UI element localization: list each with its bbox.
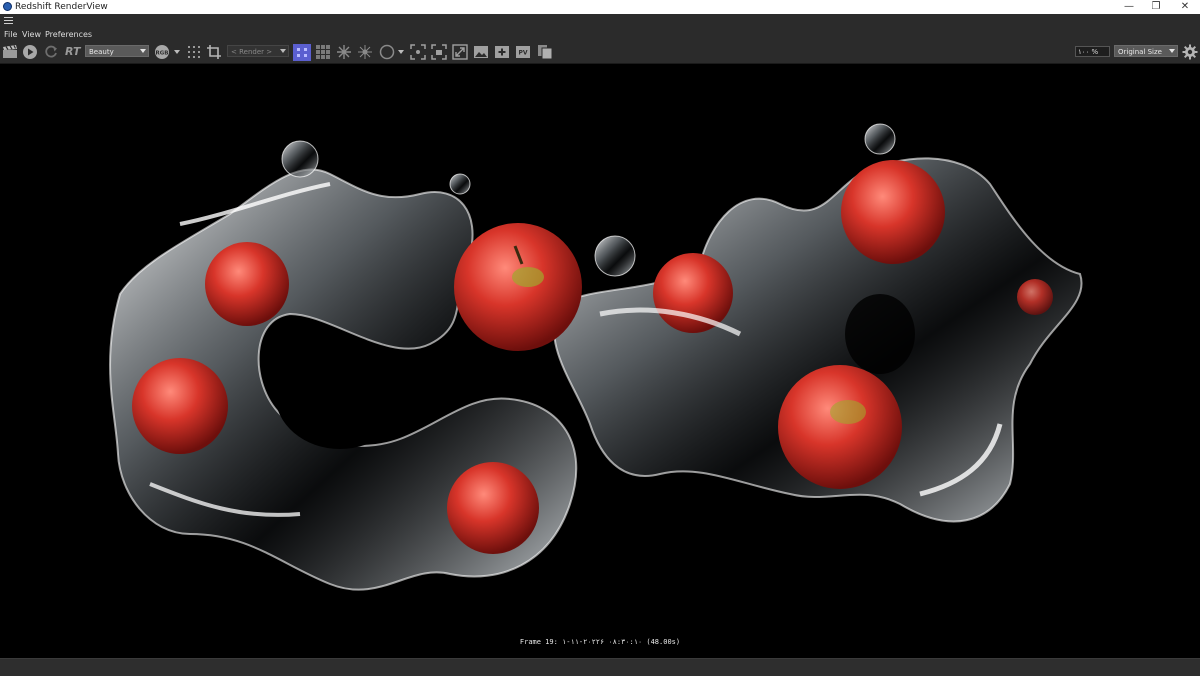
image-icon[interactable] (473, 44, 489, 60)
crop-icon[interactable] (206, 44, 222, 60)
redshift-app-icon (3, 2, 12, 11)
render-viewport[interactable] (0, 64, 1200, 658)
render-select[interactable]: < Render > (227, 45, 289, 57)
droplet (864, 123, 896, 155)
focus-frame-icon[interactable] (410, 44, 426, 60)
post-view-icon[interactable]: PV (515, 44, 531, 60)
render-select-value: < Render > (231, 48, 273, 56)
hamburger-menu-icon[interactable] (4, 17, 13, 26)
apple (447, 462, 539, 554)
copy-icon[interactable] (537, 44, 553, 60)
zoom-input[interactable]: ١٠٠ % (1075, 46, 1110, 57)
apple (841, 160, 945, 264)
chevron-down-icon (280, 49, 286, 53)
aov-select[interactable]: Beauty (85, 45, 149, 57)
chevron-down-icon (140, 49, 146, 53)
droplet (449, 173, 471, 195)
menu-view[interactable]: View (22, 29, 41, 41)
region-select-icon[interactable] (293, 44, 311, 61)
apple-highlight (830, 400, 866, 424)
menubar: File View Preferences (0, 29, 1200, 41)
window-title: Redshift RenderView (15, 2, 108, 12)
droplet (594, 235, 636, 277)
apple (205, 242, 289, 326)
apple (454, 223, 582, 351)
frame-info-text: Frame 19: ٢٠٢٢-١١-١۶ ٠٨:٣٠:١٠ (48.00s) (519, 638, 681, 646)
size-select[interactable]: Original Size (1114, 45, 1178, 57)
add-snapshot-icon[interactable] (494, 44, 510, 60)
tile-grid-icon[interactable] (315, 44, 331, 60)
refresh-icon[interactable] (43, 44, 59, 60)
expand-icon[interactable] (452, 44, 468, 60)
aov-select-value: Beauty (89, 48, 114, 56)
rgb-channel-icon[interactable]: RGB (154, 44, 170, 60)
menu-preferences[interactable]: Preferences (45, 29, 92, 41)
circle-icon[interactable] (379, 44, 395, 60)
apple (132, 358, 228, 454)
toolbar: RT Beauty RGB < Render > PV Original Siz… (0, 41, 1200, 64)
hamburger-bar (0, 14, 1200, 29)
dot-grid-icon[interactable] (186, 44, 202, 60)
apple (1017, 279, 1053, 315)
svg-text:PV: PV (518, 50, 527, 57)
play-render-icon[interactable] (22, 44, 38, 60)
rgb-label: RGB (156, 51, 169, 57)
status-bar (0, 658, 1200, 676)
gear-icon[interactable] (1182, 44, 1198, 60)
size-select-value: Original Size (1118, 48, 1162, 56)
chevron-down-icon (1169, 49, 1175, 53)
restore-button[interactable]: ❐ (1143, 0, 1169, 14)
chevron-down-icon[interactable] (173, 44, 181, 60)
clapperboard-icon[interactable] (2, 44, 18, 60)
flare-icon[interactable] (357, 44, 373, 60)
render-image (109, 123, 1083, 591)
close-button[interactable]: ✕ (1172, 0, 1198, 14)
droplet (281, 140, 319, 178)
bloom-icon[interactable] (336, 44, 352, 60)
minimize-button[interactable]: — (1116, 0, 1142, 14)
window-titlebar: Redshift RenderView — ❐ ✕ (0, 0, 1200, 14)
rt-label[interactable]: RT (65, 44, 80, 60)
splash-hole (845, 294, 915, 374)
chevron-down-icon[interactable] (397, 44, 405, 60)
splash-hole (275, 339, 405, 449)
apple (653, 253, 733, 333)
apple-highlight (512, 267, 544, 287)
snapshot-frame-icon[interactable] (431, 44, 447, 60)
apple (778, 365, 902, 489)
menu-file[interactable]: File (4, 29, 17, 41)
